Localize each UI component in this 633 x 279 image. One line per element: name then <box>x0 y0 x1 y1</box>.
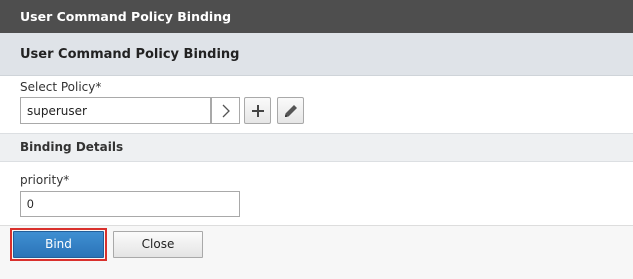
binding-details-header: Binding Details <box>0 133 633 162</box>
close-button[interactable]: Close <box>113 231 203 258</box>
section-title: User Command Policy Binding <box>0 33 633 76</box>
plus-icon <box>251 104 264 117</box>
policy-select-button[interactable] <box>211 97 240 124</box>
window-title: User Command Policy Binding <box>0 0 633 33</box>
priority-input[interactable] <box>20 191 240 217</box>
select-policy-label: Select Policy* <box>20 80 102 94</box>
add-policy-button[interactable] <box>244 97 271 124</box>
edit-policy-button[interactable] <box>277 97 304 124</box>
pencil-icon <box>284 104 297 117</box>
priority-label: priority* <box>20 173 70 187</box>
bind-button[interactable]: Bind <box>13 231 104 258</box>
policy-input[interactable] <box>20 97 211 124</box>
chevron-right-icon <box>222 104 230 117</box>
